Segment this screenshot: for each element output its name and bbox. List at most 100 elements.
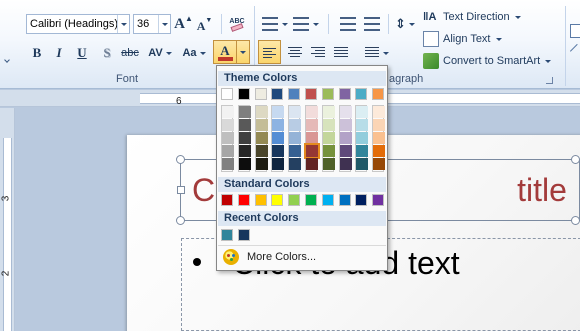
- resize-handle[interactable]: [176, 216, 185, 225]
- columns-icon[interactable]: [365, 45, 379, 59]
- theme-shade-swatch[interactable]: [322, 106, 335, 118]
- theme-shade-swatch[interactable]: [289, 158, 302, 170]
- theme-shade-swatch[interactable]: [272, 132, 285, 144]
- theme-shade-swatch[interactable]: [339, 158, 352, 170]
- collapsed-group-arrow-icon[interactable]: [4, 57, 10, 63]
- more-colors-button[interactable]: More Colors...: [218, 245, 386, 267]
- convert-smartart-button[interactable]: Convert to SmartArt: [423, 51, 552, 71]
- theme-shade-swatch[interactable]: [255, 106, 268, 118]
- font-name-dropdown[interactable]: [117, 15, 129, 33]
- vertical-ruler[interactable]: [0, 108, 15, 331]
- theme-shade-swatch[interactable]: [272, 106, 285, 118]
- theme-shade-swatch[interactable]: [322, 132, 335, 144]
- theme-color-swatch[interactable]: [338, 88, 351, 100]
- theme-shade-swatch[interactable]: [238, 119, 251, 131]
- standard-color-swatch[interactable]: [221, 194, 233, 206]
- theme-shade-swatch[interactable]: [255, 145, 268, 157]
- theme-shade-swatch[interactable]: [339, 132, 352, 144]
- theme-shade-swatch[interactable]: [306, 119, 318, 131]
- theme-shade-swatch[interactable]: [322, 145, 335, 157]
- theme-shade-swatch[interactable]: [322, 158, 335, 170]
- resize-handle[interactable]: [176, 155, 185, 164]
- resize-handle[interactable]: [177, 186, 185, 194]
- theme-color-swatch[interactable]: [355, 88, 368, 100]
- font-size-combo[interactable]: 36: [133, 14, 171, 34]
- theme-color-swatch[interactable]: [237, 88, 250, 100]
- theme-shade-swatch[interactable]: [238, 106, 251, 118]
- bold-button[interactable]: B: [30, 43, 44, 63]
- theme-shade-swatch[interactable]: [289, 106, 302, 118]
- font-name-combo[interactable]: Calibri (Headings): [26, 14, 130, 34]
- theme-shade-swatch[interactable]: [238, 145, 251, 157]
- standard-color-swatch[interactable]: [288, 194, 301, 206]
- font-color-button[interactable]: A: [213, 40, 250, 64]
- resize-handle[interactable]: [571, 216, 580, 225]
- theme-color-swatch[interactable]: [288, 88, 301, 100]
- line-spacing-icon[interactable]: ⇕: [394, 14, 416, 34]
- theme-shade-swatch[interactable]: [289, 119, 302, 131]
- theme-color-swatch[interactable]: [305, 88, 317, 100]
- line-shape-icon[interactable]: [569, 43, 580, 59]
- shape-icon[interactable]: [570, 24, 580, 38]
- text-direction-button[interactable]: ‖A Text Direction: [423, 7, 521, 27]
- align-center-icon[interactable]: [288, 45, 302, 59]
- standard-color-swatch[interactable]: [237, 194, 250, 206]
- standard-color-swatch[interactable]: [305, 194, 317, 206]
- shrink-font-button[interactable]: A ▼: [197, 16, 213, 36]
- standard-color-swatch[interactable]: [321, 194, 334, 206]
- theme-shade-swatch[interactable]: [306, 106, 318, 118]
- theme-shade-swatch[interactable]: [272, 145, 285, 157]
- underline-button[interactable]: U: [75, 43, 89, 63]
- align-text-button[interactable]: Align Text: [423, 29, 502, 49]
- theme-shade-swatch[interactable]: [356, 145, 369, 157]
- character-spacing-button[interactable]: AV: [146, 43, 174, 63]
- theme-shade-swatch[interactable]: [306, 158, 318, 170]
- theme-shade-swatch[interactable]: [304, 143, 320, 159]
- theme-shade-swatch[interactable]: [255, 158, 268, 170]
- theme-shade-swatch[interactable]: [222, 119, 234, 131]
- increase-indent-icon[interactable]: [364, 14, 380, 34]
- theme-shade-swatch[interactable]: [238, 158, 251, 170]
- theme-shade-swatch[interactable]: [222, 132, 234, 144]
- theme-shade-swatch[interactable]: [356, 158, 369, 170]
- standard-color-swatch[interactable]: [254, 194, 267, 206]
- theme-color-swatch[interactable]: [271, 88, 284, 100]
- theme-color-swatch[interactable]: [321, 88, 334, 100]
- numbering-icon[interactable]: [293, 14, 309, 34]
- font-color-dropdown[interactable]: [237, 50, 249, 54]
- theme-shade-swatch[interactable]: [339, 145, 352, 157]
- theme-shade-swatch[interactable]: [222, 158, 234, 170]
- theme-shade-swatch[interactable]: [238, 132, 251, 144]
- theme-color-swatch[interactable]: [372, 88, 385, 100]
- theme-shade-swatch[interactable]: [255, 132, 268, 144]
- theme-shade-swatch[interactable]: [373, 132, 386, 144]
- numbering-dropdown-icon[interactable]: [313, 23, 319, 26]
- theme-shade-swatch[interactable]: [356, 132, 369, 144]
- theme-shade-swatch[interactable]: [339, 106, 352, 118]
- italic-button[interactable]: I: [52, 43, 66, 63]
- recent-color-swatch[interactable]: [221, 229, 233, 241]
- theme-shade-swatch[interactable]: [289, 145, 302, 157]
- paragraph-dialog-launcher-icon[interactable]: [546, 77, 553, 84]
- theme-shade-swatch[interactable]: [339, 119, 352, 131]
- change-case-button[interactable]: Aa: [180, 43, 208, 63]
- text-shadow-button[interactable]: S: [100, 43, 114, 63]
- standard-color-swatch[interactable]: [355, 194, 368, 206]
- theme-shade-swatch[interactable]: [289, 132, 302, 144]
- standard-color-swatch[interactable]: [338, 194, 351, 206]
- theme-shade-swatch[interactable]: [222, 106, 234, 118]
- align-right-icon[interactable]: [311, 45, 325, 59]
- decrease-indent-icon[interactable]: [340, 14, 356, 34]
- theme-color-swatch[interactable]: [254, 88, 267, 100]
- theme-shade-swatch[interactable]: [272, 158, 285, 170]
- theme-shade-swatch[interactable]: [373, 106, 386, 118]
- columns-dropdown-icon[interactable]: [383, 52, 389, 55]
- theme-shade-swatch[interactable]: [373, 158, 386, 170]
- theme-shade-swatch[interactable]: [306, 132, 318, 144]
- theme-shade-swatch[interactable]: [322, 119, 335, 131]
- standard-color-swatch[interactable]: [271, 194, 284, 206]
- grow-font-button[interactable]: A ▲: [174, 14, 193, 34]
- standard-color-swatch[interactable]: [372, 194, 385, 206]
- align-left-button[interactable]: [258, 40, 281, 64]
- resize-handle[interactable]: [571, 155, 580, 164]
